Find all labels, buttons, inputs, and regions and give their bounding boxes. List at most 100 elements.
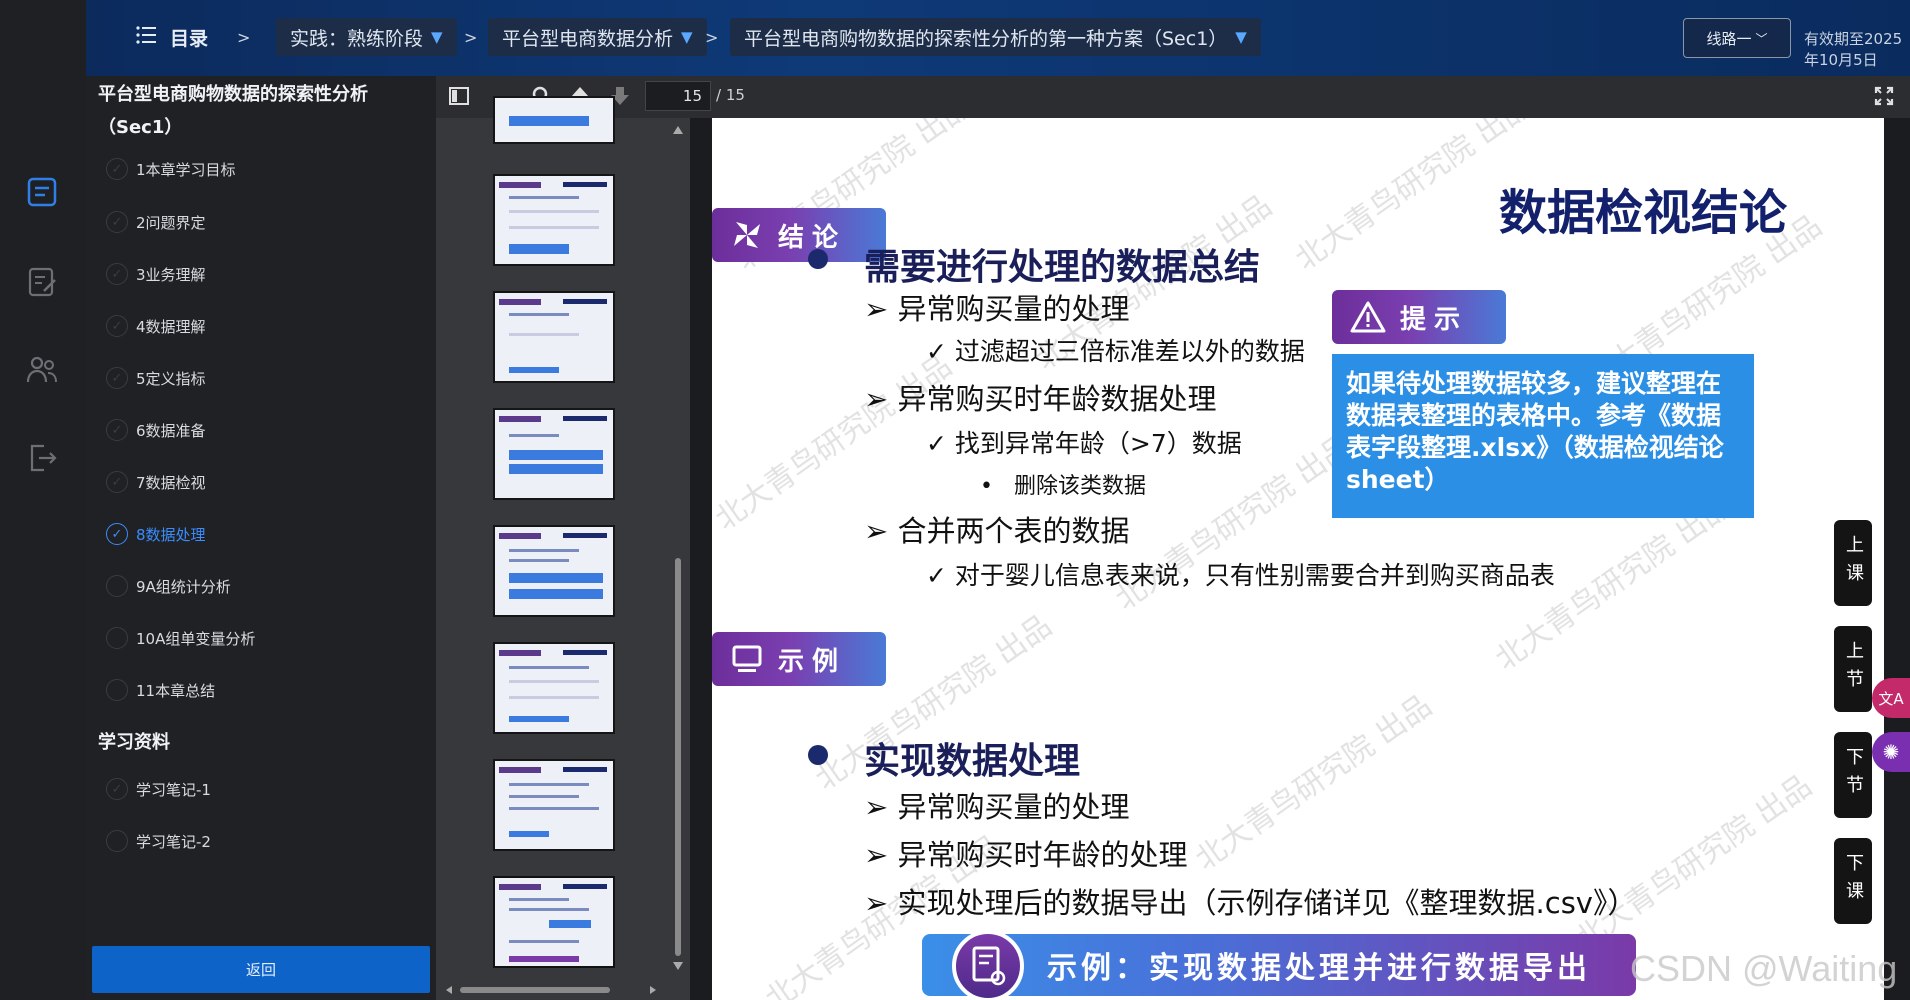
check-icon: ✓ bbox=[106, 367, 128, 389]
notes-icon[interactable] bbox=[24, 264, 60, 300]
material-label: 学习笔记-2 bbox=[136, 832, 211, 851]
nav-label: 上节 bbox=[1843, 641, 1864, 697]
section2-heading: 实现数据处理 bbox=[864, 741, 1081, 782]
example-banner: 示例：实现数据处理并进行数据导出 bbox=[922, 934, 1636, 996]
page-thumbnail-current[interactable] bbox=[493, 876, 615, 968]
breadcrumb-separator: > bbox=[705, 27, 719, 47]
breadcrumb-separator: > bbox=[464, 27, 478, 47]
people-icon[interactable] bbox=[24, 352, 60, 388]
bullet-dot bbox=[808, 249, 828, 269]
caret-down-icon: ▼ bbox=[431, 28, 443, 46]
breadcrumb-lesson[interactable]: 平台型电商购物数据的探索性分析的第一种方案（Sec1） ▼ bbox=[730, 18, 1261, 56]
chapter-item[interactable]: ✓ 4数据理解 bbox=[106, 311, 206, 341]
next-lesson-button[interactable]: 下课 bbox=[1834, 838, 1872, 924]
translate-icon[interactable]: 文A bbox=[1872, 678, 1910, 718]
materials-title: 学习资料 bbox=[98, 732, 170, 753]
thumbnail-vscrollbar[interactable] bbox=[670, 118, 686, 978]
validity-text: 有效期至2025年10月5日 bbox=[1804, 30, 1903, 69]
chapter-label: 11本章总结 bbox=[136, 681, 216, 700]
chapter-item[interactable]: ✓ 2问题界定 bbox=[106, 207, 206, 237]
page-thumbnail[interactable] bbox=[493, 759, 615, 851]
thumbnail-hscrollbar[interactable] bbox=[446, 980, 656, 994]
slide-title: 数据检视结论 bbox=[1499, 185, 1788, 241]
warning-icon bbox=[1350, 301, 1386, 333]
exit-icon[interactable] bbox=[24, 440, 60, 476]
chapter-item[interactable]: ✓ 1本章学习目标 bbox=[106, 154, 236, 184]
breadcrumb-stage[interactable]: 实践：熟练阶段 ▼ bbox=[276, 18, 457, 56]
conclusion-tag: 结论 bbox=[712, 208, 886, 262]
section1-subitem: ✓ 找到异常年龄（>7）数据 bbox=[926, 429, 1242, 458]
document-icon bbox=[952, 930, 1024, 1000]
page-thumbnail[interactable] bbox=[493, 525, 615, 617]
course-icon[interactable] bbox=[24, 174, 60, 210]
check-icon: ✓ bbox=[106, 158, 128, 180]
chapter-label: 6数据准备 bbox=[136, 421, 206, 440]
breadcrumb-label: 实践：熟练阶段 bbox=[290, 27, 424, 50]
breadcrumb-separator: > bbox=[237, 27, 251, 47]
chevron-down-icon: ﹀ bbox=[1755, 31, 1768, 46]
material-item[interactable]: 学习笔记-2 bbox=[106, 826, 211, 856]
breadcrumb-course[interactable]: 平台型电商数据分析 ▼ bbox=[488, 18, 707, 56]
slide-page: 北大青鸟研究院 出品 北大青鸟研究院 出品 北大青鸟研究院 出品 北大青鸟研究院… bbox=[712, 118, 1884, 1000]
page-thumbnail[interactable] bbox=[493, 174, 615, 266]
route-label: 线路一 bbox=[1706, 29, 1752, 48]
check-icon: ✓ bbox=[106, 471, 128, 493]
footer-watermark: CSDN @Waiting bbox=[1630, 948, 1898, 989]
caret-down-icon: ▼ bbox=[681, 28, 693, 46]
check-icon: ✓ bbox=[106, 263, 128, 285]
chapter-label: 1本章学习目标 bbox=[136, 160, 236, 179]
page-thumbnail[interactable] bbox=[493, 96, 615, 144]
check-icon: ✓ bbox=[106, 778, 128, 800]
prev-section-button[interactable]: 上节 bbox=[1834, 626, 1872, 712]
back-button[interactable]: 返回 bbox=[92, 946, 430, 993]
chapter-item[interactable]: ✓ 5定义指标 bbox=[106, 363, 206, 393]
nav-label: 下节 bbox=[1843, 747, 1864, 803]
chapter-item[interactable]: ✓ 7数据检视 bbox=[106, 467, 206, 497]
chapter-item[interactable]: ✓ 6数据准备 bbox=[106, 415, 206, 445]
page-thumbnail[interactable] bbox=[493, 642, 615, 734]
section1-heading: 需要进行处理的数据总结 bbox=[864, 247, 1261, 288]
circle-icon bbox=[106, 830, 128, 852]
route-select[interactable]: 线路一 ﹀ bbox=[1683, 18, 1791, 58]
toc-menu[interactable]: 目录 bbox=[136, 18, 208, 56]
page-thumbnail[interactable] bbox=[493, 408, 615, 500]
chapter-label: 3业务理解 bbox=[136, 265, 206, 284]
check-icon: ✓ bbox=[106, 523, 128, 545]
tip-box: 如果待处理数据较多，建议整理在数据表整理的表格中。参考《数据表字段整理.xlsx… bbox=[1332, 354, 1754, 518]
page-number-input[interactable]: 15 bbox=[645, 81, 711, 111]
brain-icon[interactable]: ✺ bbox=[1872, 732, 1910, 772]
next-section-button[interactable]: 下节 bbox=[1834, 732, 1872, 818]
page-total: / 15 bbox=[716, 86, 745, 104]
check-icon: ✓ bbox=[106, 315, 128, 337]
breadcrumb-label: 平台型电商数据分析 bbox=[502, 27, 674, 50]
menu-icon bbox=[136, 25, 156, 49]
example-tag-label: 示例 bbox=[778, 646, 847, 677]
chapter-item[interactable]: 9A组统计分析 bbox=[106, 571, 231, 601]
thumbnail-panel bbox=[436, 96, 690, 1000]
section1-item: ➢ 合并两个表的数据 bbox=[864, 514, 1130, 548]
chapter-item[interactable]: 10A组单变量分析 bbox=[106, 623, 255, 653]
check-icon: ✓ bbox=[106, 211, 128, 233]
menu-label: 目录 bbox=[170, 27, 209, 50]
prev-lesson-button[interactable]: 上课 bbox=[1834, 520, 1872, 606]
tip-tag-label: 提示 bbox=[1400, 304, 1469, 335]
section1-item: ➢ 异常购买量的处理 bbox=[864, 292, 1130, 326]
material-label: 学习笔记-1 bbox=[136, 780, 211, 799]
circle-icon bbox=[106, 575, 128, 597]
page-thumbnail[interactable] bbox=[493, 291, 615, 383]
section1-subitem: ✓ 过滤超过三倍标准差以外的数据 bbox=[926, 337, 1305, 366]
chapter-item-active[interactable]: ✓ 8数据处理 bbox=[106, 519, 206, 549]
app-header: 目录 > 实践：熟练阶段 ▼ > 平台型电商数据分析 ▼ > 平台型电商购物数据的探… bbox=[86, 0, 1910, 76]
watermark: 北大青鸟研究院 出品 bbox=[1569, 768, 1819, 958]
pinwheel-icon bbox=[734, 222, 760, 248]
chapter-item[interactable]: ✓ 3业务理解 bbox=[106, 259, 206, 289]
sidebar-toggle-icon[interactable] bbox=[448, 85, 470, 111]
fullscreen-icon[interactable] bbox=[1874, 86, 1894, 110]
section2-item: ➢ 异常购买时年龄的处理 bbox=[864, 838, 1188, 872]
material-item[interactable]: ✓ 学习笔记-1 bbox=[106, 774, 211, 804]
chapter-label: 10A组单变量分析 bbox=[136, 629, 256, 648]
tip-tag: 提示 bbox=[1332, 290, 1506, 344]
chapter-item[interactable]: 11本章总结 bbox=[106, 675, 215, 705]
nav-label: 下课 bbox=[1843, 853, 1864, 909]
monitor-icon bbox=[732, 645, 762, 672]
